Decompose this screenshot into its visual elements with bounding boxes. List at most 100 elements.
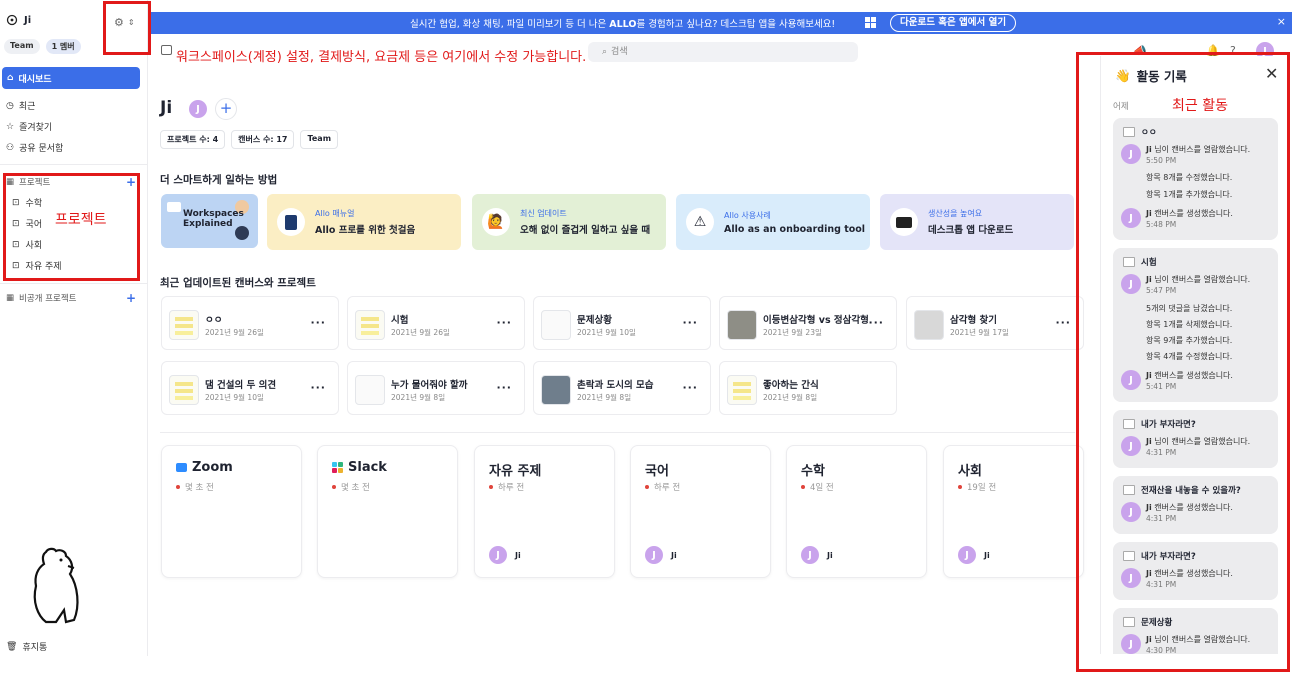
owner-name: Ji <box>515 550 521 560</box>
desktop-app-banner: 실시간 협업, 화상 채팅, 파일 미리보기 등 더 나은 ALLO를 경험하고… <box>148 12 1292 34</box>
sidebar-item-shared[interactable]: ⚇ 공유 문서함 <box>6 141 64 155</box>
sidebar-item-label: 휴지통 <box>22 643 48 653</box>
project-time: 몇 초 전 <box>332 481 370 493</box>
sidebar: Ji ⚙ ⇕ Team 1 멤버 ⌂ 대시보드 ◷ 최근 ☆ 즐겨찾기 ⚇ 공유… <box>0 0 148 656</box>
owner-name: Ji <box>984 550 990 560</box>
recent-title: 최근 업데이트된 캔버스와 프로젝트 <box>160 277 316 289</box>
canvas-thumbnail <box>541 375 571 405</box>
more-options-icon[interactable]: ··· <box>1055 316 1071 329</box>
canvas-card[interactable]: 촌락과 도시의 모습 2021년 9월 8일 ··· <box>533 361 711 415</box>
workspaces-explained-card[interactable]: Workspaces Explained <box>161 194 258 248</box>
windows-icon[interactable] <box>865 17 876 28</box>
project-card[interactable]: Zoom 몇 초 전 <box>161 445 302 578</box>
canvas-title: 좋아하는 간식 <box>763 380 819 391</box>
project-name: Slack <box>348 460 387 475</box>
canvas-card[interactable]: 좋아하는 간식 2021년 9월 8일 <box>719 361 897 415</box>
settings-highlight-box <box>103 1 151 55</box>
add-private-project-button[interactable]: + <box>126 291 136 305</box>
projects-annotation: 프로젝트 <box>55 212 107 228</box>
tip-card-usecase[interactable]: ⚠ Allo 사용사례 Allo as an onboarding tool <box>676 194 870 250</box>
home-icon: ⌂ <box>7 73 14 83</box>
project-card[interactable]: 자유 주제 하루 전 J Ji <box>474 445 615 578</box>
project-time: 하루 전 <box>645 481 680 493</box>
slack-icon <box>332 462 343 473</box>
member-count-badge[interactable]: 1 멤버 <box>45 39 81 54</box>
invite-member-button[interactable]: + <box>215 98 237 120</box>
canvas-title: ㅇㅇ <box>205 315 223 326</box>
canvas-title: 이등변삼각형 vs 정삼각형 <box>763 315 869 326</box>
canvas-card[interactable]: 누가 물어줘야 할까 2021년 9월 8일 ··· <box>347 361 525 415</box>
project-card[interactable]: 수학 4일 전 J Ji <box>786 445 927 578</box>
canvas-title: 댐 건설의 두 의견 <box>205 380 277 391</box>
tip-main: Allo 프로를 위한 첫걸음 <box>315 225 416 236</box>
section-label: 비공개 프로젝트 <box>19 294 77 304</box>
member-avatar[interactable]: J <box>189 100 207 118</box>
thumb-title: Workspaces Explained <box>183 209 244 229</box>
canvas-card[interactable]: 이등변삼각형 vs 정삼각형 2021년 9월 23일 ··· <box>719 296 897 350</box>
project-count: 프로젝트 수: 4 <box>160 130 226 149</box>
workspace-header[interactable]: Ji <box>6 14 31 26</box>
tip-sub: 생산성을 높여요 <box>928 209 983 218</box>
more-options-icon[interactable]: ··· <box>310 381 326 394</box>
canvas-title: 문제상황 <box>577 315 612 326</box>
settings-annotation: 워크스페이스(계정) 설정, 결제방식, 요금제 등은 여기에서 수정 가능합니… <box>176 50 587 65</box>
canvas-date: 2021년 9월 10일 <box>205 393 264 402</box>
canvas-card[interactable]: ㅇㅇ 2021년 9월 26일 ··· <box>161 296 339 350</box>
canvas-card[interactable]: 댐 건설의 두 의견 2021년 9월 10일 ··· <box>161 361 339 415</box>
tip-card-update[interactable]: 🙋 최신 업데이트 오해 없이 즐겁게 일하고 싶을 때 <box>472 194 666 250</box>
search-input[interactable]: ⌕ 검색 <box>588 42 858 62</box>
more-options-icon[interactable]: ··· <box>868 316 884 329</box>
sidebar-item-label: 최근 <box>18 102 36 112</box>
private-projects-header[interactable]: ▦ 비공개 프로젝트 + <box>6 291 136 305</box>
close-icon[interactable]: × <box>1277 15 1286 28</box>
project-name: 국어 <box>645 464 669 479</box>
sidebar-item-trash[interactable]: 🗑 휴지통 <box>6 640 48 654</box>
canvas-date: 2021년 9월 26일 <box>391 328 450 337</box>
more-options-icon[interactable]: ··· <box>496 316 512 329</box>
project-name: 자유 주제 <box>489 464 542 479</box>
sidebar-item-favorites[interactable]: ☆ 즐겨찾기 <box>6 120 52 134</box>
owner-avatar: J <box>801 546 819 564</box>
canvas-thumbnail <box>727 375 757 405</box>
tip-card-manual[interactable]: Allo 매뉴얼 Allo 프로를 위한 첫걸음 <box>267 194 461 250</box>
owner-name: Ji <box>827 550 833 560</box>
allo-logo-icon <box>6 14 18 26</box>
download-app-button[interactable]: 다운로드 혹은 앱에서 열기 <box>890 14 1017 32</box>
zoom-icon <box>176 463 187 472</box>
tip-card-desktop[interactable]: 생산성을 높여요 데스크톱 앱 다운로드 <box>880 194 1074 250</box>
project-time: 4일 전 <box>801 481 834 493</box>
canvas-title: 누가 물어줘야 할까 <box>391 380 468 391</box>
owner-avatar: J <box>958 546 976 564</box>
sidebar-item-recent[interactable]: ◷ 최근 <box>6 99 36 113</box>
trash-icon: 🗑 <box>6 641 18 652</box>
divider <box>160 432 1075 433</box>
warning-icon: ⚠ <box>686 208 714 236</box>
canvas-thumbnail <box>355 375 385 405</box>
sidebar-item-dashboard[interactable]: ⌂ 대시보드 <box>2 67 140 89</box>
canvas-date: 2021년 9월 8일 <box>391 393 446 402</box>
more-options-icon[interactable]: ··· <box>496 381 512 394</box>
more-options-icon[interactable]: ··· <box>682 316 698 329</box>
more-options-icon[interactable]: ··· <box>310 316 326 329</box>
sidebar-item-label: 공유 문서함 <box>19 144 64 154</box>
canvas-thumbnail <box>169 310 199 340</box>
book-icon <box>277 208 305 236</box>
search-icon: ⌕ <box>602 47 608 57</box>
project-card[interactable]: Slack 몇 초 전 <box>317 445 458 578</box>
canvas-title: 촌락과 도시의 모습 <box>577 380 654 391</box>
divider <box>0 283 148 284</box>
project-card[interactable]: 국어 하루 전 J Ji <box>630 445 771 578</box>
sidebar-toggle-icon[interactable] <box>161 45 172 55</box>
canvas-card[interactable]: 시험 2021년 9월 26일 ··· <box>347 296 525 350</box>
grid-icon: ▦ <box>6 293 15 303</box>
sidebar-item-label: 대시보드 <box>18 74 52 85</box>
project-card[interactable]: 사회 19일 전 J Ji <box>943 445 1084 578</box>
more-options-icon[interactable]: ··· <box>682 381 698 394</box>
tip-sub: 최신 업데이트 <box>520 209 567 218</box>
canvas-card[interactable]: 삼각형 찾기 2021년 9월 17일 ··· <box>906 296 1084 350</box>
canvas-thumbnail <box>169 375 199 405</box>
tip-sub: Allo 매뉴얼 <box>315 209 355 218</box>
canvas-thumbnail <box>355 310 385 340</box>
canvas-thumbnail <box>727 310 757 340</box>
canvas-card[interactable]: 문제상황 2021년 9월 10일 ··· <box>533 296 711 350</box>
